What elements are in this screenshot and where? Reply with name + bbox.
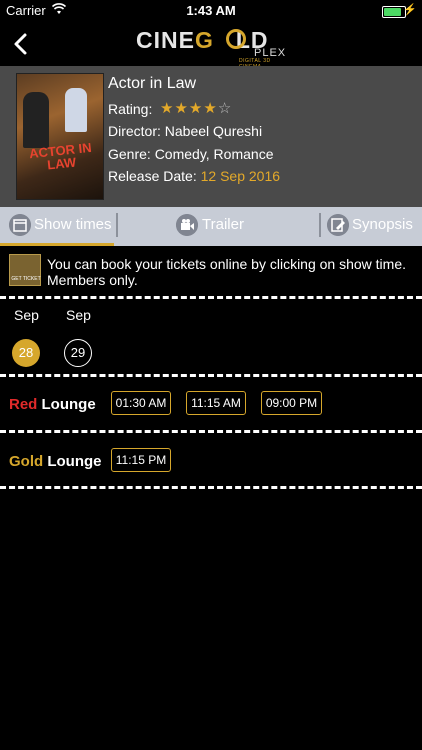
release-label: Release Date: xyxy=(108,168,197,184)
showtime-button[interactable]: 11:15 PM xyxy=(111,448,171,472)
edit-icon xyxy=(327,214,349,236)
rating-label: Rating: xyxy=(108,101,153,117)
lounge-word: Lounge xyxy=(43,453,102,470)
film-reel-icon xyxy=(226,29,246,49)
divider xyxy=(0,374,422,377)
poster-figure xyxy=(23,92,49,148)
star-filled-icon: ★ xyxy=(188,100,204,117)
star-filled-icon: ★ xyxy=(203,100,218,117)
ticket-label: GET TICKET xyxy=(11,276,41,282)
back-arrow-icon[interactable] xyxy=(8,30,32,58)
release-date-row: Release Date: 12 Sep 2016 xyxy=(108,168,280,184)
booking-info-text: You can book your tickets online by clic… xyxy=(47,256,407,288)
movie-header: ACTOR IN LAW Actor in Law Rating: ★★★★☆ … xyxy=(0,66,422,207)
tab-label: Show times xyxy=(34,216,112,233)
clock: 1:43 AM xyxy=(186,3,236,18)
rating-stars: ★★★★☆ xyxy=(160,99,232,117)
lounge-name: Gold Lounge xyxy=(9,453,102,470)
genre: Genre: Comedy, Romance xyxy=(108,146,274,162)
star-empty-icon: ☆ xyxy=(217,100,233,117)
showtime-button[interactable]: 11:15 AM xyxy=(186,391,246,415)
booking-info: GET TICKET You can book your tickets onl… xyxy=(9,254,413,290)
status-bar: Carrier 1:43 AM ⚡ xyxy=(0,0,422,22)
star-filled-icon: ★ xyxy=(174,100,189,117)
tab-bar: Show times Trailer Synopsis xyxy=(0,207,422,246)
showtime-button[interactable]: 01:30 AM xyxy=(111,391,171,415)
calendar-icon xyxy=(9,214,31,236)
nav-bar: CINEGLD PLEX DIGITAL 3D CINEMA xyxy=(0,22,422,70)
divider xyxy=(0,486,422,489)
logo-gold: G xyxy=(194,27,214,53)
divider xyxy=(0,296,422,299)
movie-poster: ACTOR IN LAW xyxy=(16,73,104,200)
date-month: Sep xyxy=(14,307,39,323)
video-camera-icon xyxy=(176,214,198,236)
poster-title: ACTOR IN LAW xyxy=(28,139,93,173)
director: Director: Nabeel Qureshi xyxy=(108,123,263,139)
movie-title: Actor in Law xyxy=(108,75,197,92)
tab-label: Synopsis xyxy=(352,216,413,233)
poster-figure xyxy=(65,88,87,132)
ticket-icon: GET TICKET xyxy=(9,254,41,286)
tab-show-times[interactable]: Show times xyxy=(0,207,114,246)
lounge-word: Lounge xyxy=(37,396,96,413)
logo-prefix: CINE xyxy=(136,27,195,53)
release-date: 12 Sep 2016 xyxy=(200,168,281,184)
date-28-button[interactable]: 28 xyxy=(12,339,40,367)
date-month: Sep xyxy=(66,307,91,323)
star-filled-icon: ★ xyxy=(160,100,175,117)
showtime-button[interactable]: 09:00 PM xyxy=(261,391,322,415)
tab-synopsis[interactable]: Synopsis xyxy=(321,207,422,246)
divider xyxy=(0,430,422,433)
active-tab-indicator xyxy=(0,243,114,246)
lounge-color-word: Red xyxy=(9,396,38,413)
charging-icon: ⚡ xyxy=(403,4,417,16)
logo-text: CINEG LD xyxy=(136,27,269,54)
lounge-color-word: Gold xyxy=(9,453,44,470)
cinegold-logo: CINEGLD PLEX DIGITAL 3D CINEMA xyxy=(136,27,286,70)
date-29-button[interactable]: 29 xyxy=(64,339,92,367)
battery-fill xyxy=(384,8,401,16)
tab-trailer[interactable]: Trailer xyxy=(118,207,318,246)
lounge-name: Red Lounge xyxy=(9,396,96,413)
tab-label: Trailer xyxy=(202,216,244,233)
